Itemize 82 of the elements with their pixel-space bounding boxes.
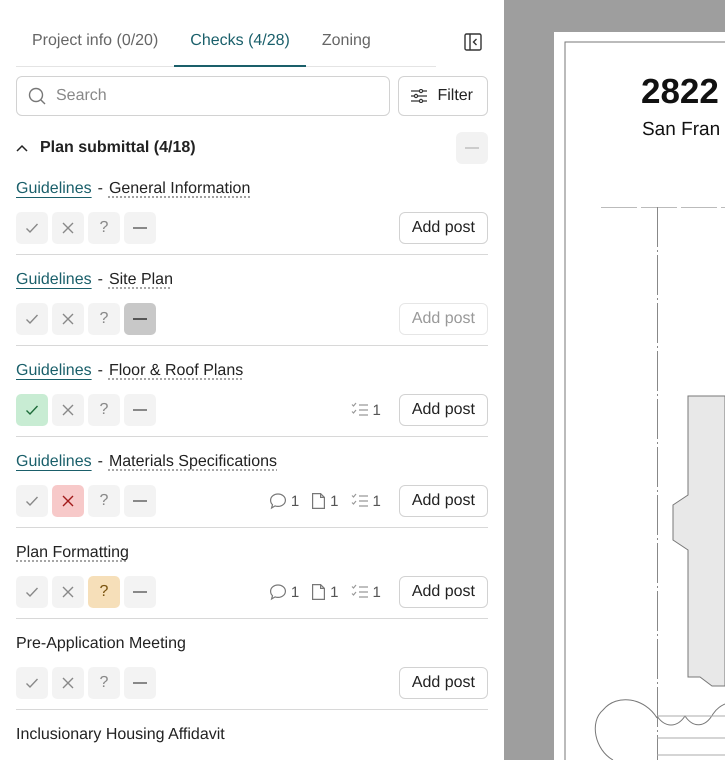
check-title: Floor & Roof Plans [108, 362, 244, 380]
add-post-button[interactable]: Add post [398, 485, 488, 517]
guidelines-link[interactable]: Guidelines [16, 362, 92, 380]
tab[interactable]: Project info (0/20) [16, 18, 174, 66]
guidelines-link[interactable]: Guidelines [16, 180, 92, 198]
guidelines-link[interactable]: Guidelines [16, 453, 92, 471]
check-title: Pre-Application Meeting [16, 635, 186, 653]
guidelines-link[interactable]: Guidelines [16, 271, 92, 289]
close-icon [62, 404, 74, 416]
na-status-button[interactable] [124, 394, 156, 426]
separator: - [98, 362, 103, 380]
fail-status-button[interactable] [52, 212, 84, 244]
check-icon [25, 403, 39, 417]
dash-icon [133, 682, 147, 684]
add-post-button[interactable]: Add post [398, 212, 488, 244]
speech-bubble-icon [268, 492, 287, 510]
dash-icon [133, 591, 147, 593]
check-icon [25, 585, 39, 599]
na-status-button[interactable] [124, 212, 156, 244]
tasks-count: 1 [372, 492, 381, 510]
check-icon [25, 221, 39, 235]
check-title: Materials Specifications [108, 453, 278, 471]
pass-status-button[interactable] [16, 303, 48, 335]
separator: - [98, 271, 103, 289]
close-icon [62, 495, 74, 507]
check-title: General Information [108, 180, 250, 198]
section-title: Plan submittal (4/18) [40, 139, 196, 157]
tasks-count: 1 [372, 402, 381, 418]
tasks-count: 1 [372, 584, 381, 600]
tab[interactable]: Zoning [306, 18, 387, 66]
check-icon [25, 494, 39, 508]
checklist-icon [350, 402, 368, 418]
files-count: 1 [330, 584, 338, 600]
add-post-button[interactable]: Add post [398, 576, 488, 608]
separator: - [98, 180, 103, 198]
add-post-button[interactable]: Add post [398, 667, 488, 699]
check-icon [25, 312, 39, 326]
pass-status-button[interactable] [16, 394, 48, 426]
chevron-icon[interactable] [16, 144, 28, 152]
pass-status-button[interactable] [16, 667, 48, 699]
close-icon [62, 677, 74, 689]
dash-icon [133, 409, 147, 411]
fail-status-button[interactable] [52, 576, 84, 608]
speech-bubble-icon [268, 583, 287, 601]
na-status-button[interactable] [124, 485, 156, 517]
tab[interactable]: Checks (4/28) [174, 18, 306, 66]
close-icon [62, 586, 74, 598]
pass-status-button[interactable] [16, 212, 48, 244]
na-status-button[interactable] [124, 576, 156, 608]
close-icon [62, 222, 74, 234]
add-post-button[interactable]: Add post [398, 394, 488, 426]
files-count: 1 [330, 492, 338, 510]
fail-status-button[interactable] [52, 667, 84, 699]
checklist-icon [350, 493, 368, 509]
check-title: Inclusionary Housing Affidavit [16, 726, 225, 744]
filter-button[interactable]: Filter [398, 76, 488, 116]
document-icon [311, 583, 326, 601]
pass-status-button[interactable] [16, 576, 48, 608]
document-icon [311, 492, 326, 510]
close-icon [62, 313, 74, 325]
dash-icon [465, 147, 479, 149]
checklist-icon [350, 584, 368, 600]
dash-icon [133, 227, 147, 229]
na-status-button[interactable] [124, 667, 156, 699]
search-field[interactable]: Search [16, 76, 390, 116]
comments-count: 1 [290, 584, 300, 600]
document-subtitle: San Fran [642, 119, 720, 141]
sidebar-collapse-icon[interactable] [464, 33, 482, 51]
document-title: 2822 [641, 72, 719, 112]
unknown-status-button[interactable]: ? [88, 576, 120, 608]
check-title: Site Plan [108, 271, 173, 289]
na-status-button[interactable] [124, 303, 156, 335]
fail-status-button[interactable] [52, 485, 84, 517]
check-icon [25, 676, 39, 690]
fail-status-button[interactable] [52, 303, 84, 335]
dash-icon [133, 500, 147, 502]
check-title: Plan Formatting [16, 544, 129, 562]
fail-status-button[interactable] [52, 394, 84, 426]
comments-count: 1 [290, 492, 300, 510]
sliders-icon [411, 89, 428, 103]
separator: - [98, 453, 103, 471]
dash-icon [133, 318, 147, 320]
